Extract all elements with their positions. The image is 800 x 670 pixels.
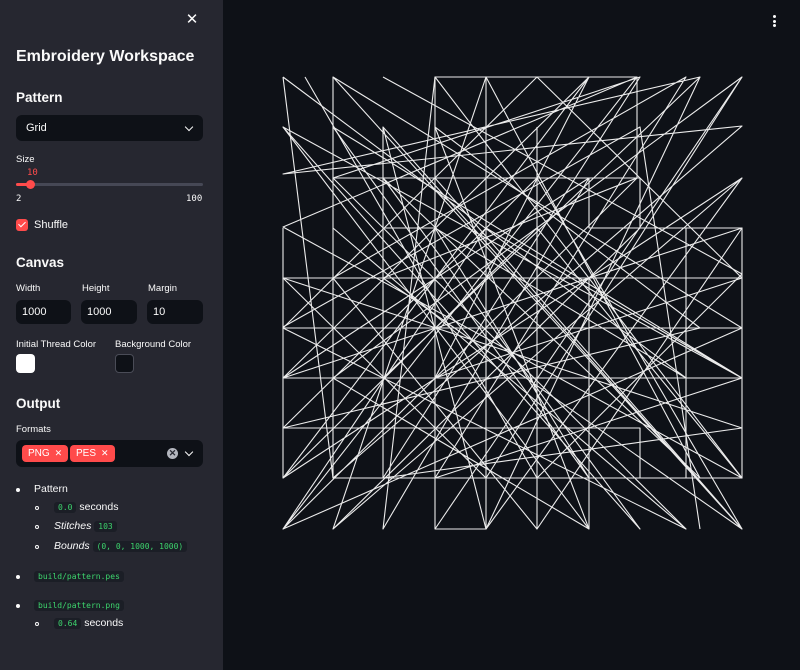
sidebar: ✕ Embroidery Workspace Pattern Grid Size… (0, 0, 223, 670)
pattern-preview-image (280, 74, 744, 534)
format-tag-pes: PES ✕ (70, 445, 115, 462)
list-bullet (35, 525, 39, 529)
bounds-item: Bounds (0, 0, 1000, 1000) (54, 540, 188, 552)
stitches-label: Stitches (54, 520, 92, 532)
embroidery-pattern-svg (282, 76, 743, 530)
margin-input[interactable]: 10 (147, 300, 203, 324)
canvas-heading: Canvas (16, 255, 65, 270)
size-slider-max: 100 (186, 194, 203, 204)
close-icon[interactable]: ✕ (184, 12, 200, 28)
remove-tag-icon[interactable]: ✕ (101, 448, 109, 458)
chevron-down-icon[interactable] (184, 447, 194, 457)
shuffle-checkbox[interactable] (16, 219, 28, 231)
list-bullet (35, 506, 39, 510)
list-bullet (16, 575, 20, 579)
pes-path: build/pattern.pes (34, 571, 124, 582)
format-tag-png: PNG ✕ (22, 445, 69, 462)
pattern-heading: Pattern (16, 90, 63, 105)
size-slider-value: 10 (27, 168, 38, 178)
size-slider-track[interactable] (16, 183, 203, 186)
sidebar-title: Embroidery Workspace (16, 48, 195, 65)
chevron-down-icon (184, 122, 194, 132)
png-time-value: 0.64 (54, 618, 82, 629)
background-color-picker[interactable] (115, 354, 134, 373)
stitch-diagonals (282, 76, 743, 530)
size-slider-thumb[interactable] (26, 180, 35, 189)
stitches-item: Stitches 103 (54, 520, 117, 532)
margin-label: Margin (148, 283, 178, 294)
height-label: Height (82, 283, 110, 294)
list-bullet (35, 622, 39, 626)
formats-multiselect[interactable]: PNG ✕ PES ✕ ✕ (16, 440, 203, 467)
formats-label: Formats (16, 424, 51, 435)
png-output: build/pattern.png (34, 599, 124, 611)
format-tag-label: PNG (28, 448, 50, 459)
remove-tag-icon[interactable]: ✕ (55, 448, 63, 458)
output-heading: Output (16, 396, 61, 411)
png-time: 0.64 seconds (54, 617, 123, 629)
width-input[interactable]: 1000 (16, 300, 71, 324)
stitch-paths (282, 76, 743, 530)
size-slider-min: 2 (16, 194, 22, 204)
seconds-label: seconds (84, 617, 124, 629)
kebab-menu-icon[interactable] (770, 14, 778, 28)
png-path: build/pattern.png (34, 600, 124, 611)
background-color-label: Background Color (115, 339, 192, 350)
thread-color-label: Initial Thread Color (16, 339, 97, 350)
pattern-time: 0.0 seconds (54, 501, 118, 513)
height-input[interactable]: 1000 (81, 300, 137, 324)
bounds-label: Bounds (54, 540, 90, 552)
size-label: Size (16, 154, 35, 165)
pes-output: build/pattern.pes (34, 570, 124, 582)
width-label: Width (16, 283, 41, 294)
format-tag-label: PES (76, 448, 97, 459)
list-bullet (16, 604, 20, 608)
pattern-result-label: Pattern (34, 483, 68, 495)
pattern-time-value: 0.0 (54, 502, 77, 513)
list-bullet (35, 545, 39, 549)
pattern-select[interactable]: Grid (16, 115, 203, 141)
thread-color-picker[interactable] (16, 354, 35, 373)
seconds-label: seconds (79, 501, 119, 513)
clear-icon[interactable]: ✕ (167, 448, 178, 459)
shuffle-label[interactable]: Shuffle (34, 219, 68, 231)
stitches-value: 103 (94, 521, 117, 532)
bounds-value: (0, 0, 1000, 1000) (92, 541, 188, 552)
pattern-select-value: Grid (26, 122, 47, 134)
list-bullet (16, 488, 20, 492)
